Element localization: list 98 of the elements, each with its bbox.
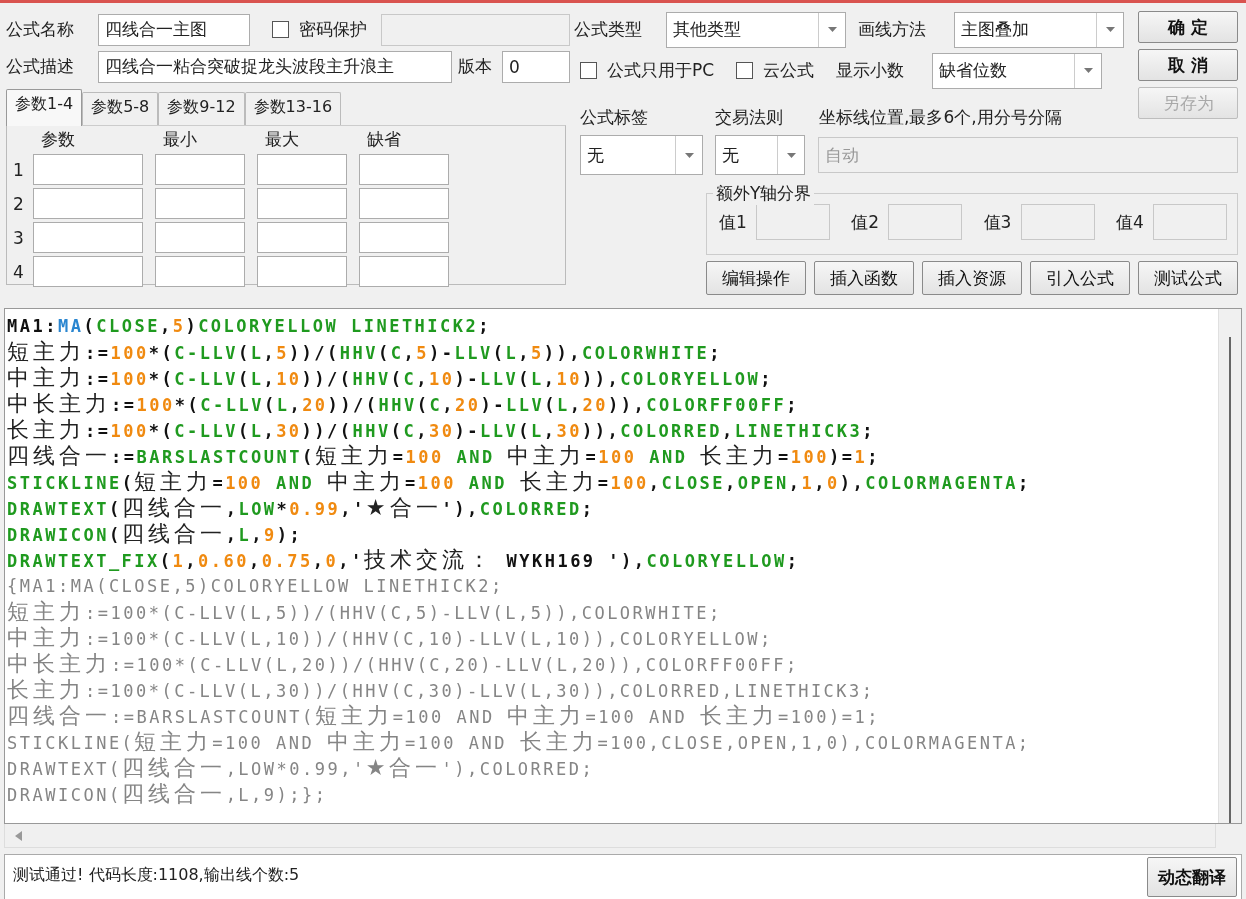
dialog-button[interactable]: 取 消 (1138, 49, 1238, 81)
dropdown[interactable]: 主图叠加 (954, 11, 1124, 48)
checkbox-label: 公式只用于PC (607, 59, 715, 82)
parameter-field[interactable] (155, 154, 245, 185)
caret-icon (827, 27, 837, 32)
field-label: 公式描述 (6, 55, 75, 78)
translate-button[interactable]: 动态翻译 (1147, 857, 1237, 897)
field-label: 显示小数 (836, 59, 906, 82)
action-button[interactable]: 引入公式 (1030, 261, 1130, 295)
dropdown[interactable]: 无 (580, 135, 703, 175)
version-field[interactable]: 0 (502, 50, 570, 83)
parameter-field[interactable] (257, 222, 347, 253)
field-label: 公式类型 (574, 18, 643, 41)
field-label: 版本 (458, 55, 492, 78)
field-label: 公式标签 (580, 105, 649, 129)
parameter-field[interactable] (359, 256, 449, 287)
code-line: 四线合一:=BARSLASTCOUNT(短主力=100 AND 中主力=100 AND 长主力=100)=1; (7, 443, 882, 469)
description-field[interactable]: 四线合一粘合突破捉龙头波段主升浪主 (98, 50, 452, 83)
tab[interactable]: 参数1-4 (6, 89, 83, 126)
code-line: MA1:MA(CLOSE,5)COLORYELLOW LINETHICK2; (7, 315, 493, 338)
dialog-button[interactable]: 确 定 (1138, 11, 1238, 43)
code-line: DRAWTEXT_FIX(1,0.60,0.75,0,'技术交流： WYKH169 '),COLORYELLOW; (7, 547, 801, 573)
field-label: 画线方法 (858, 18, 927, 41)
bound-field[interactable] (888, 204, 963, 240)
comment-line: 四线合一:=BARSLASTCOUNT(短主力=100 AND 中主力=100 AND 长主力=100)=1; (7, 703, 881, 729)
row-number: 3 (13, 227, 25, 248)
comment-line: 长主力:=100*(C-LLV(L,30))/(HHV(C,30)-LLV(L,30)),COLORRED,LINETHICK3; (7, 677, 876, 703)
tab[interactable]: 参数13-16 (244, 92, 342, 125)
group-title: 额外Y轴分界 (713, 182, 815, 205)
row-number: 4 (13, 261, 25, 282)
field-label: 值3 (983, 210, 1012, 234)
parameter-field[interactable] (155, 256, 245, 287)
caret-icon (684, 152, 694, 158)
field-label: 交易法则 (715, 105, 784, 129)
row-number: 1 (13, 159, 25, 180)
comment-line: 中长主力:=100*(C-LLV(L,20))/(HHV(C,20)-LLV(L,20)),COLORFF00FF; (7, 651, 800, 677)
bound-field[interactable] (1020, 204, 1095, 240)
action-button[interactable]: 测试公式 (1138, 261, 1238, 295)
column-header: 最大 (264, 128, 300, 151)
checkbox-label: 密码保护 (299, 18, 367, 41)
column-header: 最小 (162, 128, 198, 151)
parameter-field[interactable] (33, 154, 143, 185)
parameter-field[interactable] (33, 256, 143, 287)
code-editor[interactable] (4, 308, 1242, 824)
code-line: 短主力:=100*(C-LLV(L,5))/(HHV(C,5)-LLV(L,5)),COLORWHITE; (7, 339, 724, 365)
caret-icon (1105, 27, 1115, 32)
column-header: 缺省 (366, 128, 402, 151)
password-field[interactable] (381, 13, 570, 46)
column-header: 参数 (40, 128, 76, 151)
caret-icon (786, 152, 796, 158)
code-line: 中长主力:=100*(C-LLV(L,20))/(HHV(C,20)-LLV(L,20)),COLORFF00FF; (7, 391, 800, 417)
action-button[interactable]: 插入资源 (922, 261, 1022, 295)
parameter-field[interactable] (155, 222, 245, 253)
action-button[interactable]: 插入函数 (814, 261, 914, 295)
code-line: DRAWICON(四线合一,L,9); (7, 521, 304, 547)
field-label: 值4 (1115, 210, 1144, 234)
parameter-field[interactable] (359, 154, 449, 185)
bound-field[interactable] (756, 204, 831, 240)
comment-line: {MA1:MA(CLOSE,5)COLORYELLOW LINETHICK2; (7, 575, 505, 598)
tab[interactable]: 参数9-12 (158, 92, 245, 125)
checkbox[interactable] (580, 62, 597, 79)
dropdown[interactable]: 无 (715, 135, 805, 175)
scroll-left-icon[interactable] (15, 830, 22, 841)
code-line: 中主力:=100*(C-LLV(L,10))/(HHV(C,10)-LLV(L,10)),COLORYELLOW; (7, 365, 774, 391)
parameter-field[interactable] (33, 222, 143, 253)
parameter-field[interactable] (33, 188, 143, 219)
vertical-scrollbar[interactable] (1218, 309, 1241, 823)
name-field[interactable]: 四线合一主图 (98, 13, 250, 46)
field-label: 值1 (719, 210, 747, 234)
action-button[interactable]: 编辑操作 (706, 261, 806, 295)
comment-line: 短主力:=100*(C-LLV(L,5))/(HHV(C,5)-LLV(L,5)),COLORWHITE; (7, 599, 723, 625)
parameter-field[interactable] (155, 188, 245, 219)
tab[interactable]: 参数5-8 (82, 92, 159, 125)
horizontal-scrollbar[interactable] (4, 824, 1216, 848)
comment-line: DRAWTEXT(四线合一,LOW*0.99,'★合一'),COLORRED; (7, 755, 596, 781)
parameter-field[interactable] (359, 222, 449, 253)
checkbox[interactable] (272, 21, 289, 38)
parameter-field[interactable] (257, 188, 347, 219)
code-line: 长主力:=100*(C-LLV(L,30))/(HHV(C,30)-LLV(L,30)),COLORRED,LINETHICK3; (7, 417, 876, 443)
code-line: STICKLINE(短主力=100 AND 中主力=100 AND 长主力=100,CLOSE,OPEN,1,0),COLORMAGENTA; (7, 469, 1032, 495)
row-number: 2 (13, 193, 25, 214)
dropdown[interactable]: 缺省位数 (932, 52, 1103, 89)
checkbox-label: 云公式 (763, 59, 815, 82)
parameter-field[interactable] (257, 154, 347, 185)
caret-icon (1083, 68, 1093, 73)
comment-line: DRAWICON(四线合一,L,9);}; (7, 781, 329, 807)
parameter-field[interactable] (257, 256, 347, 287)
field-label: 公式名称 (6, 18, 75, 41)
field-label: 坐标线位置,最多6个,用分号分隔 (819, 105, 1062, 129)
status-text: 测试通过! 代码长度:1108,输出线个数:5 (12, 864, 300, 886)
dropdown[interactable]: 其他类型 (666, 11, 846, 48)
bound-field[interactable] (1152, 204, 1227, 240)
comment-line: STICKLINE(短主力=100 AND 中主力=100 AND 长主力=100,CLOSE,OPEN,1,0),COLORMAGENTA; (7, 729, 1032, 755)
field-label: 值2 (851, 210, 880, 234)
code-line: DRAWTEXT(四线合一,LOW*0.99,'★合一'),COLORRED; (7, 495, 596, 521)
checkbox[interactable] (736, 62, 754, 79)
parameter-field[interactable] (359, 188, 449, 219)
comment-line: 中主力:=100*(C-LLV(L,10))/(HHV(C,10)-LLV(L,10)),COLORYELLOW; (7, 625, 774, 651)
